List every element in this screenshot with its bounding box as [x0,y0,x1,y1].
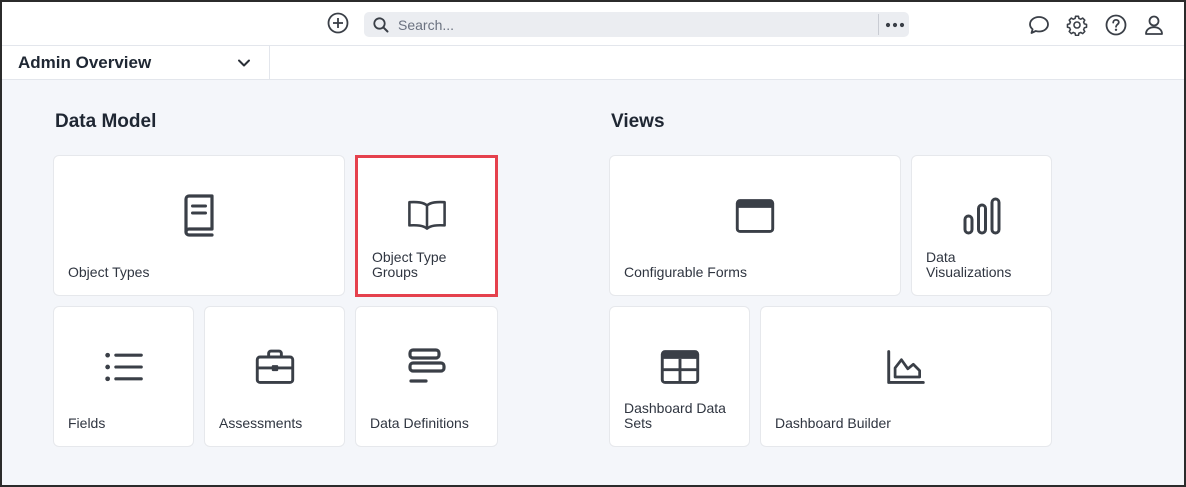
tile-object-type-groups[interactable]: Object Type Groups [355,155,498,297]
add-button[interactable] [326,11,350,35]
profile-button[interactable] [1142,13,1166,37]
tile-configurable-forms[interactable]: Configurable Forms [609,155,901,296]
area-chart-icon [886,345,926,389]
tile-label: Object Type Groups [372,249,447,280]
search-divider [878,14,879,35]
tile-data-visualizations[interactable]: Data Visualizations [911,155,1052,296]
tile-data-definitions[interactable]: Data Definitions [355,306,498,447]
chevron-down-icon [238,59,250,67]
help-circle-icon [1105,14,1127,36]
tile-label: Data Definitions [370,415,469,431]
tile-assessments[interactable]: Assessments [204,306,345,447]
view-selector-label: Admin Overview [18,53,152,72]
align-left-icon [407,345,447,389]
tile-label: Data Visualizations [926,249,1012,280]
top-bar [2,2,1184,46]
tile-label: Dashboard Builder [775,415,891,431]
section-title-data-model: Data Model [55,111,157,132]
help-button[interactable] [1104,13,1128,37]
search-input[interactable] [398,12,868,37]
bar-chart-icon [962,194,1002,238]
search-options-button[interactable] [881,12,909,37]
chat-bubble-icon [1029,16,1049,34]
section-title-views: Views [611,111,665,132]
more-horizontal-icon [885,22,905,27]
sub-bar: Admin Overview [2,46,1184,80]
chat-button[interactable] [1027,13,1051,37]
plus-circle-icon [327,12,349,34]
tile-label: Object Types [68,264,150,280]
tile-dashboard-data-sets[interactable]: Dashboard Data Sets [609,306,750,447]
app-frame: Admin Overview Data Model Object Types O… [0,0,1186,487]
tile-dashboard-builder[interactable]: Dashboard Builder [760,306,1052,447]
search-icon [373,17,389,33]
list-icon [104,345,144,389]
table-icon [660,345,700,389]
window-icon [735,194,775,238]
tile-object-types[interactable]: Object Types [53,155,345,296]
book-icon [179,194,219,238]
open-book-icon [407,193,447,237]
tile-label: Configurable Forms [624,264,747,280]
gear-icon [1066,15,1088,36]
settings-button[interactable] [1065,13,1089,37]
tile-label: Fields [68,415,106,431]
search-bar [364,12,909,37]
tile-label: Dashboard Data Sets [624,400,726,431]
view-selector-dropdown[interactable]: Admin Overview [2,46,270,80]
tile-label: Assessments [219,415,303,431]
user-icon [1145,15,1163,35]
briefcase-icon [255,345,295,389]
tile-fields[interactable]: Fields [53,306,194,447]
